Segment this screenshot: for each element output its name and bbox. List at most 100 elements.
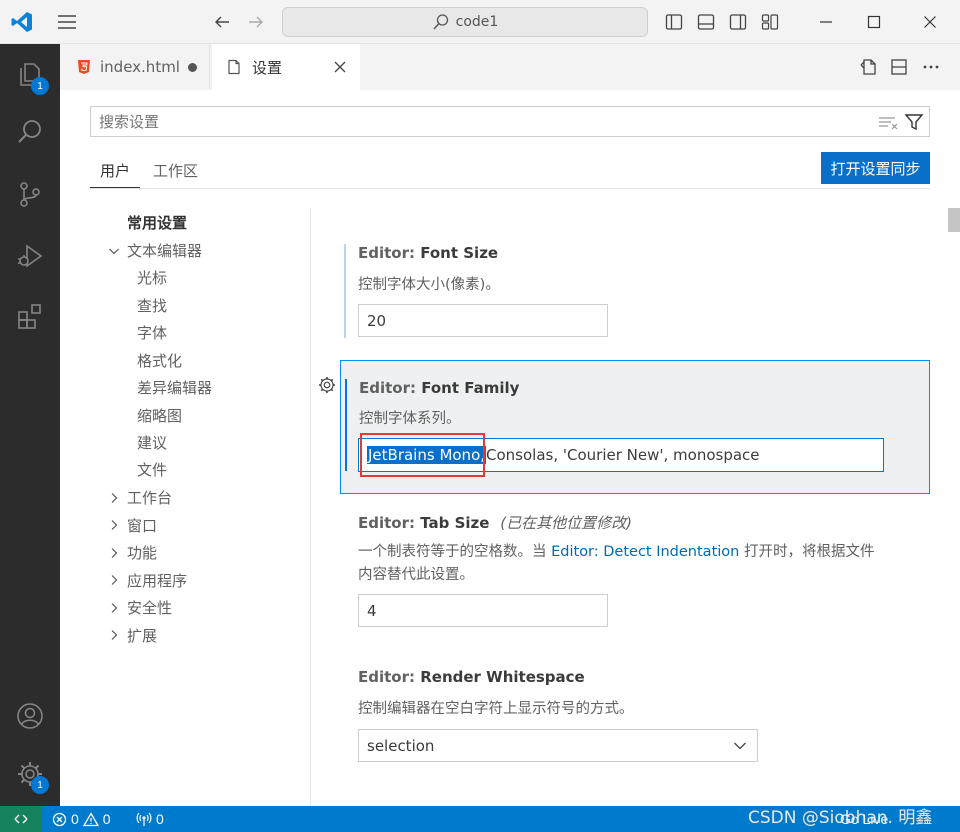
customize-layout-icon[interactable] bbox=[758, 10, 782, 34]
setting-name: Font Family bbox=[421, 379, 520, 397]
manage-badge: 1 bbox=[31, 776, 49, 794]
toc-extensions[interactable]: 扩展 bbox=[127, 625, 157, 647]
setting-description-line2: 内容替代此设置。 bbox=[358, 567, 474, 583]
toc-divider bbox=[310, 208, 311, 806]
explorer-badge: 1 bbox=[31, 77, 49, 95]
minimize-icon[interactable] bbox=[810, 8, 842, 36]
detect-indentation-link[interactable]: Editor: Detect Indentation bbox=[551, 544, 739, 560]
source-control-icon bbox=[20, 182, 40, 207]
arrow-right-icon[interactable] bbox=[242, 8, 270, 36]
setting-font-size: Editor: Font Size 控制字体大小(像素)。 20 bbox=[340, 236, 930, 346]
toc-files[interactable]: 文件 bbox=[137, 459, 167, 481]
activity-source-control[interactable] bbox=[0, 166, 60, 222]
watermark: CSDN @Siobhan. 明鑫 bbox=[748, 808, 933, 828]
highlight-annotation bbox=[360, 433, 485, 477]
chevron-right-icon[interactable] bbox=[108, 574, 120, 586]
toc-cursor[interactable]: 光标 bbox=[137, 267, 167, 289]
tab-size-input[interactable]: 4 bbox=[358, 594, 608, 627]
chevron-right-icon[interactable] bbox=[108, 629, 120, 641]
activity-manage[interactable]: 1 bbox=[0, 746, 60, 802]
unsaved-dot-icon[interactable] bbox=[188, 63, 197, 72]
run-debug-icon bbox=[18, 244, 43, 268]
toc-diff-editor[interactable]: 差异编辑器 bbox=[137, 377, 212, 399]
toc-minimap[interactable]: 缩略图 bbox=[137, 405, 182, 427]
setting-name: Font Size bbox=[420, 244, 499, 262]
toc-font[interactable]: 字体 bbox=[137, 322, 167, 344]
search-icon bbox=[18, 120, 41, 143]
ports-count: 0 bbox=[156, 811, 164, 827]
command-center[interactable]: code1 bbox=[282, 7, 648, 37]
scrollbar-thumb[interactable] bbox=[948, 208, 960, 232]
activity-explorer[interactable]: 1 bbox=[0, 46, 60, 102]
chevron-down-icon[interactable] bbox=[108, 245, 120, 257]
setting-category: Editor: bbox=[359, 379, 422, 397]
remote-icon bbox=[14, 814, 28, 824]
toc-security[interactable]: 安全性 bbox=[127, 597, 172, 619]
setting-title: Editor: Font Size bbox=[358, 244, 498, 262]
settings-sync-button[interactable]: 打开设置同步 bbox=[821, 152, 930, 184]
modified-elsewhere-note[interactable]: (已在其他位置修改) bbox=[500, 514, 632, 532]
more-actions-icon[interactable] bbox=[918, 54, 944, 80]
filter-icon[interactable] bbox=[903, 111, 925, 133]
arrow-left-icon[interactable] bbox=[208, 8, 236, 36]
render-whitespace-select[interactable]: selection bbox=[358, 729, 758, 762]
search-icon bbox=[433, 14, 448, 30]
chevron-right-icon[interactable] bbox=[108, 602, 120, 614]
close-icon[interactable] bbox=[334, 61, 346, 73]
modified-indicator bbox=[345, 379, 347, 471]
activity-accounts[interactable] bbox=[0, 688, 60, 744]
remote-indicator[interactable] bbox=[0, 806, 42, 832]
settings-search-box bbox=[90, 106, 930, 137]
close-icon[interactable] bbox=[914, 8, 946, 36]
setting-description: 控制字体系列。 bbox=[359, 411, 461, 427]
toc-workbench[interactable]: 工作台 bbox=[127, 487, 172, 509]
setting-name: Render Whitespace bbox=[420, 668, 585, 686]
tab-label: index.html bbox=[100, 58, 180, 76]
toggle-secondary-sidebar-icon[interactable] bbox=[726, 10, 750, 34]
toc-common-settings[interactable]: 常用设置 bbox=[127, 212, 187, 234]
chevron-right-icon[interactable] bbox=[108, 547, 120, 559]
toc-application[interactable]: 应用程序 bbox=[127, 570, 187, 592]
toggle-primary-sidebar-icon[interactable] bbox=[662, 10, 686, 34]
command-center-label: code1 bbox=[455, 14, 499, 30]
tab-settings[interactable]: 设置 bbox=[212, 44, 360, 90]
toc-suggestions[interactable]: 建议 bbox=[137, 432, 167, 454]
menu-icon[interactable] bbox=[52, 8, 82, 36]
scope-tab-user[interactable]: 用户 bbox=[100, 160, 130, 188]
tab-index-html[interactable]: index.html bbox=[60, 44, 210, 90]
toggle-panel-icon[interactable] bbox=[694, 10, 718, 34]
setting-name: Tab Size bbox=[420, 514, 490, 532]
setting-description: 控制字体大小(像素)。 bbox=[358, 277, 500, 293]
setting-category: Editor: bbox=[358, 668, 421, 686]
font-size-input[interactable]: 20 bbox=[358, 304, 608, 337]
open-settings-json-icon[interactable] bbox=[856, 54, 882, 80]
setting-title: Editor: Tab Size (已在其他位置修改) bbox=[358, 512, 632, 533]
activity-extensions[interactable] bbox=[0, 288, 60, 344]
toc-formatting[interactable]: 格式化 bbox=[137, 350, 182, 372]
toc-features[interactable]: 功能 bbox=[127, 542, 157, 564]
split-editor-icon[interactable] bbox=[886, 54, 912, 80]
chevron-right-icon[interactable] bbox=[108, 492, 120, 504]
scope-tab-workspace[interactable]: 工作区 bbox=[153, 160, 198, 188]
file-icon bbox=[228, 59, 240, 75]
activity-search[interactable] bbox=[0, 104, 60, 160]
clear-filter-icon[interactable] bbox=[877, 111, 899, 133]
setting-tab-size: Editor: Tab Size (已在其他位置修改) 一个制表符等于的空格数。… bbox=[340, 504, 930, 634]
gear-icon[interactable] bbox=[317, 375, 337, 395]
toc-text-editor[interactable]: 文本编辑器 bbox=[127, 240, 202, 262]
ports-indicator[interactable]: 0 bbox=[136, 806, 164, 832]
settings-search-input[interactable] bbox=[91, 107, 851, 136]
problems-indicator[interactable]: 0 0 bbox=[52, 806, 111, 832]
toc-window[interactable]: 窗口 bbox=[127, 515, 157, 537]
chevron-right-icon[interactable] bbox=[108, 519, 120, 531]
modified-indicator bbox=[344, 244, 346, 338]
broadcast-icon bbox=[136, 812, 152, 826]
setting-title: Editor: Font Family bbox=[359, 379, 519, 397]
account-icon bbox=[17, 703, 43, 729]
maximize-icon[interactable] bbox=[858, 8, 890, 36]
setting-description: 一个制表符等于的空格数。当 Editor: Detect Indentation… bbox=[358, 540, 874, 561]
extensions-icon bbox=[18, 304, 41, 329]
activity-run-debug[interactable] bbox=[0, 228, 60, 284]
toc-find[interactable]: 查找 bbox=[137, 295, 167, 317]
vscode-logo-icon bbox=[8, 8, 36, 36]
